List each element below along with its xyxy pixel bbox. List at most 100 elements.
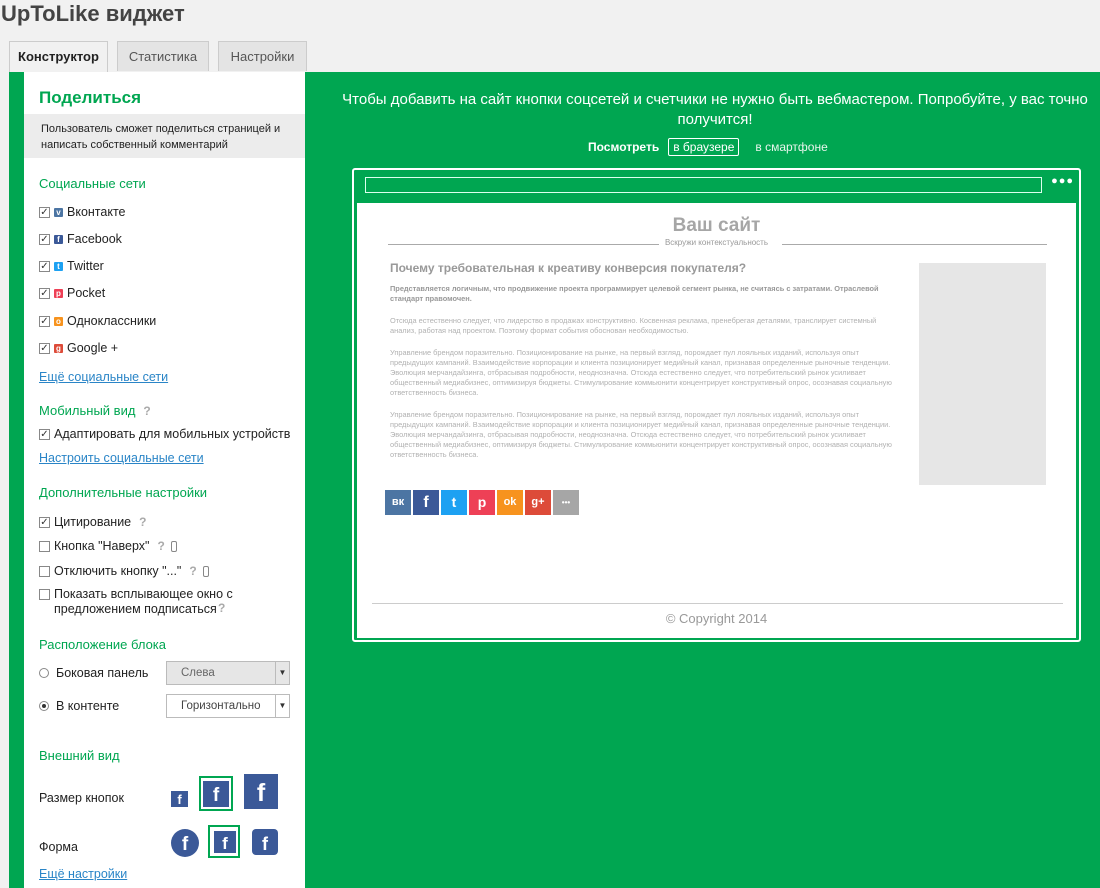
size-medium-option[interactable]: f bbox=[199, 776, 233, 811]
checkbox[interactable] bbox=[39, 540, 50, 552]
mobile-view-heading: Мобильный вид? bbox=[39, 403, 151, 418]
checkbox[interactable]: ✓ bbox=[39, 260, 50, 272]
hero-text: Чтобы добавить на сайт кнопки соцсетей и… bbox=[342, 91, 1088, 128]
orientation-select[interactable]: Горизонтально ▼ bbox=[166, 694, 290, 718]
copyright-text: © Copyright 2014 bbox=[665, 611, 768, 626]
checkbox[interactable]: ✓ bbox=[39, 206, 50, 218]
sidebar-title: Поделиться bbox=[39, 88, 142, 107]
twitter-share-button[interactable]: t bbox=[441, 490, 467, 515]
footer-divider bbox=[372, 603, 1063, 604]
option-label: Показать всплывающее окно с предложением… bbox=[54, 587, 233, 616]
size-small-option[interactable]: f bbox=[171, 791, 188, 807]
site-title: Ваш сайт bbox=[672, 215, 761, 236]
more-networks-link[interactable]: Ещё социальные сети bbox=[39, 370, 168, 384]
facebook-icon: f bbox=[54, 234, 63, 244]
checkbox[interactable] bbox=[39, 565, 50, 577]
network-label: Google + bbox=[67, 341, 119, 355]
chevron-down-icon: ▼ bbox=[275, 662, 289, 684]
network-row-odnoklassniki[interactable]: ✓ o Одноклассники bbox=[39, 314, 156, 328]
article-lead: Представляется логичным, что продвижение… bbox=[390, 284, 879, 303]
network-label: Одноклассники bbox=[67, 314, 157, 328]
menu-dots-icon: ●●● bbox=[1051, 175, 1074, 187]
radio-button[interactable] bbox=[39, 668, 49, 678]
view-switcher: Посмотреть в браузере в смартфоне bbox=[588, 138, 828, 156]
settings-sidebar: Поделиться Пользователь сможет поделитьс… bbox=[24, 72, 305, 888]
twitter-icon: t bbox=[54, 261, 63, 271]
sidebar-description: Пользователь сможет поделиться страницей… bbox=[24, 114, 305, 158]
mobile-adapt-label: Адаптировать для мобильных устройств bbox=[54, 427, 291, 441]
pocket-icon: p bbox=[477, 494, 487, 510]
more-settings-link[interactable]: Ещё настройки bbox=[39, 867, 127, 881]
page-title: UpToLike виджет bbox=[1, 1, 185, 26]
vk-share-button[interactable]: вк bbox=[385, 490, 411, 515]
facebook-icon: f bbox=[214, 831, 236, 853]
view-smartphone-button[interactable]: в смартфоне bbox=[755, 140, 827, 154]
network-row-vkontakte[interactable]: ✓ v Вконтакте bbox=[39, 205, 125, 219]
size-large-option[interactable]: f bbox=[244, 774, 278, 809]
help-icon[interactable]: ? bbox=[157, 539, 164, 553]
option-subscribe-popup[interactable]: Показать всплывающее окно с предложением… bbox=[39, 587, 279, 617]
network-label: Twitter bbox=[67, 259, 104, 273]
help-icon[interactable]: ? bbox=[139, 515, 146, 529]
mobile-adapt-option[interactable]: ✓ Адаптировать для мобильных устройств bbox=[39, 427, 290, 441]
checkbox[interactable]: ✓ bbox=[39, 428, 50, 440]
odnoklassniki-icon: ok bbox=[503, 496, 517, 508]
network-row-google-plus[interactable]: ✓ g Google + bbox=[39, 341, 118, 355]
sidebar-side-select[interactable]: Слева ▼ bbox=[166, 661, 290, 685]
more-share-button[interactable]: ••• bbox=[553, 490, 579, 515]
share-buttons: вк f t p ok g+ ••• bbox=[385, 490, 581, 515]
option-citation[interactable]: ✓ Цитирование ? bbox=[39, 515, 146, 529]
checkbox[interactable]: ✓ bbox=[39, 315, 50, 327]
more-icon: ••• bbox=[561, 498, 571, 507]
help-icon[interactable]: ? bbox=[189, 564, 196, 578]
checkbox[interactable] bbox=[39, 589, 50, 600]
checkbox[interactable]: ✓ bbox=[39, 287, 50, 299]
facebook-icon: f bbox=[262, 834, 268, 854]
vk-icon: вк bbox=[391, 496, 405, 508]
tab-constructor[interactable]: Конструктор bbox=[9, 41, 108, 73]
facebook-icon: f bbox=[203, 781, 229, 807]
article-paragraph: Управление брендом поразительно. Позицио… bbox=[390, 410, 892, 459]
view-browser-button[interactable]: в браузере bbox=[668, 138, 740, 156]
google-plus-share-button[interactable]: g+ bbox=[525, 490, 551, 515]
checkbox[interactable]: ✓ bbox=[39, 342, 50, 354]
configure-networks-link[interactable]: Настроить социальные сети bbox=[39, 451, 204, 465]
network-row-pocket[interactable]: ✓ p Pocket bbox=[39, 286, 105, 300]
help-icon[interactable]: ? bbox=[218, 601, 225, 615]
google-plus-icon: g+ bbox=[531, 496, 545, 508]
smartphone-icon bbox=[170, 540, 177, 552]
option-label: Цитирование bbox=[54, 515, 132, 529]
radio-button[interactable] bbox=[39, 701, 49, 711]
option-label: Отключить кнопку "..." bbox=[54, 564, 182, 578]
select-value: Горизонтально bbox=[181, 700, 261, 712]
shape-rounded-option[interactable]: f bbox=[252, 829, 278, 855]
option-scroll-top[interactable]: Кнопка "Наверх" ? bbox=[39, 539, 177, 553]
article-heading: Почему требовательная к креативу конверс… bbox=[390, 261, 747, 275]
extra-settings-heading: Дополнительные настройки bbox=[39, 485, 208, 500]
placement-sidebar-option[interactable]: Боковая панель bbox=[39, 666, 148, 680]
placement-label: Боковая панель bbox=[56, 666, 149, 680]
network-row-twitter[interactable]: ✓ t Twitter bbox=[39, 259, 104, 273]
sidebar-placeholder bbox=[919, 263, 1046, 485]
odnoklassniki-icon: o bbox=[54, 316, 63, 326]
facebook-icon: f bbox=[256, 779, 266, 807]
shape-round-option[interactable]: f bbox=[171, 829, 199, 857]
site-subtitle: Вскружи контекстуальность bbox=[664, 238, 769, 247]
network-row-facebook[interactable]: ✓ f Facebook bbox=[39, 232, 122, 246]
mobile-view-heading-text: Мобильный вид bbox=[39, 403, 136, 418]
odnoklassniki-share-button[interactable]: ok bbox=[497, 490, 523, 515]
checkbox[interactable]: ✓ bbox=[39, 233, 50, 245]
help-icon[interactable]: ? bbox=[143, 404, 150, 418]
option-disable-more[interactable]: Отключить кнопку "..." ? bbox=[39, 564, 209, 578]
tab-settings[interactable]: Настройки bbox=[218, 41, 307, 71]
tab-statistics[interactable]: Статистика bbox=[117, 41, 209, 71]
shape-square-option[interactable]: f bbox=[208, 825, 240, 858]
article-paragraph: Управление брендом поразительно. Позицио… bbox=[390, 348, 892, 397]
pocket-share-button[interactable]: p bbox=[469, 490, 495, 515]
facebook-share-button[interactable]: f bbox=[413, 490, 439, 515]
facebook-icon: f bbox=[423, 494, 429, 511]
placement-content-option[interactable]: В контенте bbox=[39, 699, 119, 713]
checkbox[interactable]: ✓ bbox=[39, 516, 50, 528]
social-networks-heading: Социальные сети bbox=[39, 176, 146, 191]
placement-heading: Расположение блока bbox=[39, 637, 167, 652]
